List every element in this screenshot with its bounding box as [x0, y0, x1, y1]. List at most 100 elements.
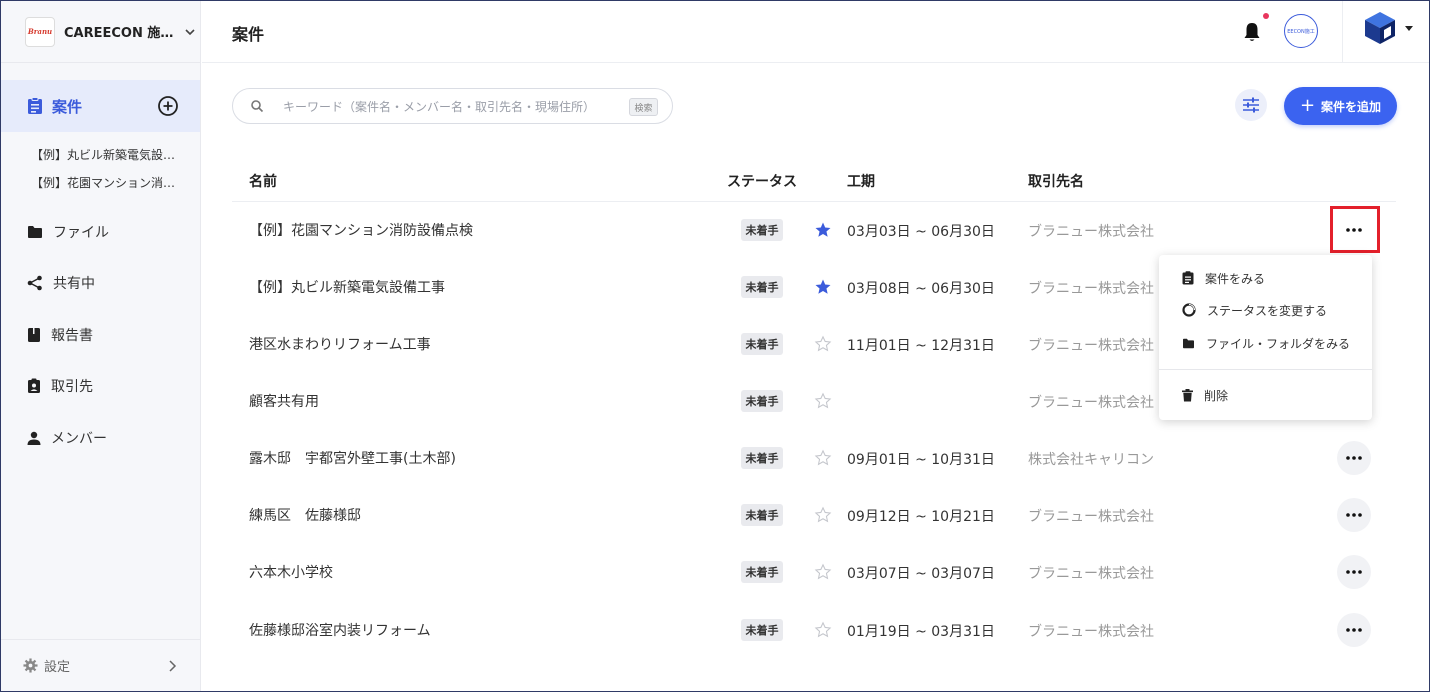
org-name: CAREECON 施…: [64, 26, 174, 41]
project-period: 03月03日 ~ 06月30日: [847, 224, 995, 240]
star-filled-icon[interactable]: [814, 221, 832, 239]
menu-item-change-status[interactable]: ステータスを変更する: [1159, 294, 1372, 326]
status-ring-icon: [1182, 303, 1196, 317]
ellipsis-icon: [1346, 456, 1362, 460]
menu-item-view-project[interactable]: 案件をみる: [1159, 262, 1372, 294]
star-outline-icon[interactable]: [814, 335, 832, 353]
share-icon: [27, 275, 42, 291]
folder-icon: [28, 226, 42, 238]
settings-label: 設定: [44, 660, 71, 675]
project-name[interactable]: 【例】花園マンション消防設備点検: [249, 220, 473, 240]
table-row[interactable]: 六本木小学校 未着手 03月07日 ~ 03月07日 ブラニュー株式会社: [232, 544, 1396, 601]
project-name[interactable]: 港区水まわりリフォーム工事: [249, 334, 431, 354]
project-period: 01月19日 ~ 03月31日: [847, 624, 995, 640]
status-badge: 未着手: [741, 219, 783, 241]
sidebar-item-shared[interactable]: 共有中: [27, 271, 95, 295]
status-badge: 未着手: [741, 276, 783, 298]
sidebar-item-label: 案件: [52, 97, 83, 116]
highlight-box: [1330, 206, 1380, 253]
plus-icon: +: [1299, 95, 1316, 116]
person-icon: [27, 431, 41, 445]
chevron-right-icon: [169, 660, 177, 672]
client-name: ブラニュー株式会社: [1028, 224, 1154, 240]
table-row[interactable]: 【例】花園マンション消防設備点検 未着手 03月03日 ~ 06月30日 ブラニ…: [232, 202, 1396, 259]
page-title: 案件: [232, 25, 265, 44]
status-badge: 未着手: [741, 561, 783, 583]
sidebar-item-clients[interactable]: 取引先: [27, 374, 93, 398]
ellipsis-icon: [1346, 570, 1362, 574]
status-badge: 未着手: [741, 447, 783, 469]
client-name: ブラニュー株式会社: [1028, 281, 1154, 297]
trash-icon: [1182, 388, 1193, 401]
menu-item-view-files[interactable]: ファイル・フォルダをみる: [1159, 327, 1372, 359]
client-name: 株式会社キャリコン: [1028, 452, 1154, 468]
folder-icon: [1183, 338, 1194, 348]
avatar[interactable]: EECON施工: [1284, 14, 1318, 48]
project-period: 03月07日 ~ 03月07日: [847, 566, 995, 582]
client-name: ブラニュー株式会社: [1028, 509, 1154, 525]
star-outline-icon[interactable]: [814, 506, 832, 524]
client-name: ブラニュー株式会社: [1028, 566, 1154, 582]
menu-divider: [1159, 369, 1372, 370]
star-outline-icon[interactable]: [814, 392, 832, 410]
menu-item-label: 削除: [1204, 388, 1229, 403]
org-logo: Branu: [25, 16, 55, 47]
org-switcher[interactable]: Branu CAREECON 施…: [1, 1, 201, 63]
cube-logo-icon[interactable]: [1364, 11, 1396, 45]
project-name[interactable]: 六本木小学校: [249, 562, 333, 582]
filter-button[interactable]: [1235, 89, 1267, 121]
project-period: 09月12日 ~ 10月21日: [847, 509, 995, 525]
add-circle-icon[interactable]: [156, 94, 180, 118]
column-header-status[interactable]: ステータス: [727, 171, 797, 191]
caret-down-icon[interactable]: [1404, 25, 1414, 33]
client-name: ブラニュー株式会社: [1028, 338, 1154, 354]
more-actions-button[interactable]: [1337, 498, 1371, 532]
chevron-down-icon: [185, 28, 195, 35]
search-input[interactable]: [283, 97, 613, 117]
column-header-period[interactable]: 工期: [847, 171, 875, 191]
more-actions-button[interactable]: [1337, 613, 1371, 647]
settings-button[interactable]: 設定: [1, 639, 200, 691]
sidebar-item-reports[interactable]: 報告書: [27, 323, 93, 347]
column-header-name[interactable]: 名前: [249, 171, 277, 191]
sidebar-item-members[interactable]: メンバー: [27, 426, 107, 450]
table-row[interactable]: 露木邸 宇都宮外壁工事(土木部) 未着手 09月01日 ~ 10月31日 株式会…: [232, 430, 1396, 487]
project-name[interactable]: 露木邸 宇都宮外壁工事(土木部): [249, 448, 456, 468]
star-outline-icon[interactable]: [814, 449, 832, 467]
sidebar-item-label: 取引先: [51, 379, 93, 395]
more-actions-button[interactable]: [1337, 555, 1371, 589]
table-row[interactable]: 佐藤様邸浴室内装リフォーム 未着手 01月19日 ~ 03月31日 ブラニュー株…: [232, 602, 1396, 659]
column-header-client[interactable]: 取引先名: [1028, 171, 1084, 191]
table-row[interactable]: 練馬区 佐藤様邸 未着手 09月12日 ~ 10月21日 ブラニュー株式会社: [232, 487, 1396, 544]
project-name[interactable]: 【例】丸ビル新築電気設備工事: [249, 277, 445, 297]
menu-item-delete[interactable]: 削除: [1159, 379, 1372, 411]
notification-dot: [1263, 13, 1269, 19]
sidebar-item-label: メンバー: [51, 431, 107, 447]
search-icon: [251, 100, 264, 113]
star-filled-icon[interactable]: [814, 278, 832, 296]
search-bar: 検索: [232, 88, 673, 124]
sidebar-item-files[interactable]: ファイル: [27, 220, 109, 244]
sidebar-subitem-project[interactable]: 【例】花園マンション消…: [31, 174, 175, 191]
add-project-label: 案件を追加: [1321, 99, 1382, 114]
star-outline-icon[interactable]: [814, 563, 832, 581]
project-name[interactable]: 佐藤様邸浴室内装リフォーム: [249, 620, 431, 640]
menu-item-label: ステータスを変更する: [1207, 303, 1328, 318]
context-menu: 案件をみる ステータスを変更する ファイル・フォルダをみる 削除: [1159, 255, 1372, 420]
star-outline-icon[interactable]: [814, 621, 832, 639]
more-actions-button[interactable]: [1337, 441, 1371, 475]
clipboard-icon: [28, 97, 42, 114]
ellipsis-icon: [1346, 628, 1362, 632]
add-project-button[interactable]: + 案件を追加: [1284, 87, 1397, 125]
bell-icon[interactable]: [1242, 21, 1262, 43]
sliders-icon: [1243, 97, 1259, 113]
project-name[interactable]: 顧客共有用: [249, 391, 319, 411]
menu-item-label: 案件をみる: [1205, 271, 1266, 286]
project-name[interactable]: 練馬区 佐藤様邸: [249, 505, 361, 525]
sidebar-item-label: 報告書: [51, 328, 93, 344]
header: 案件 EECON施工: [202, 1, 1429, 63]
status-badge: 未着手: [741, 619, 783, 641]
sidebar-item-projects[interactable]: 案件: [1, 80, 200, 132]
sidebar-subitem-project[interactable]: 【例】丸ビル新築電気設…: [31, 146, 175, 163]
project-period: 11月01日 ~ 12月31日: [847, 338, 995, 354]
